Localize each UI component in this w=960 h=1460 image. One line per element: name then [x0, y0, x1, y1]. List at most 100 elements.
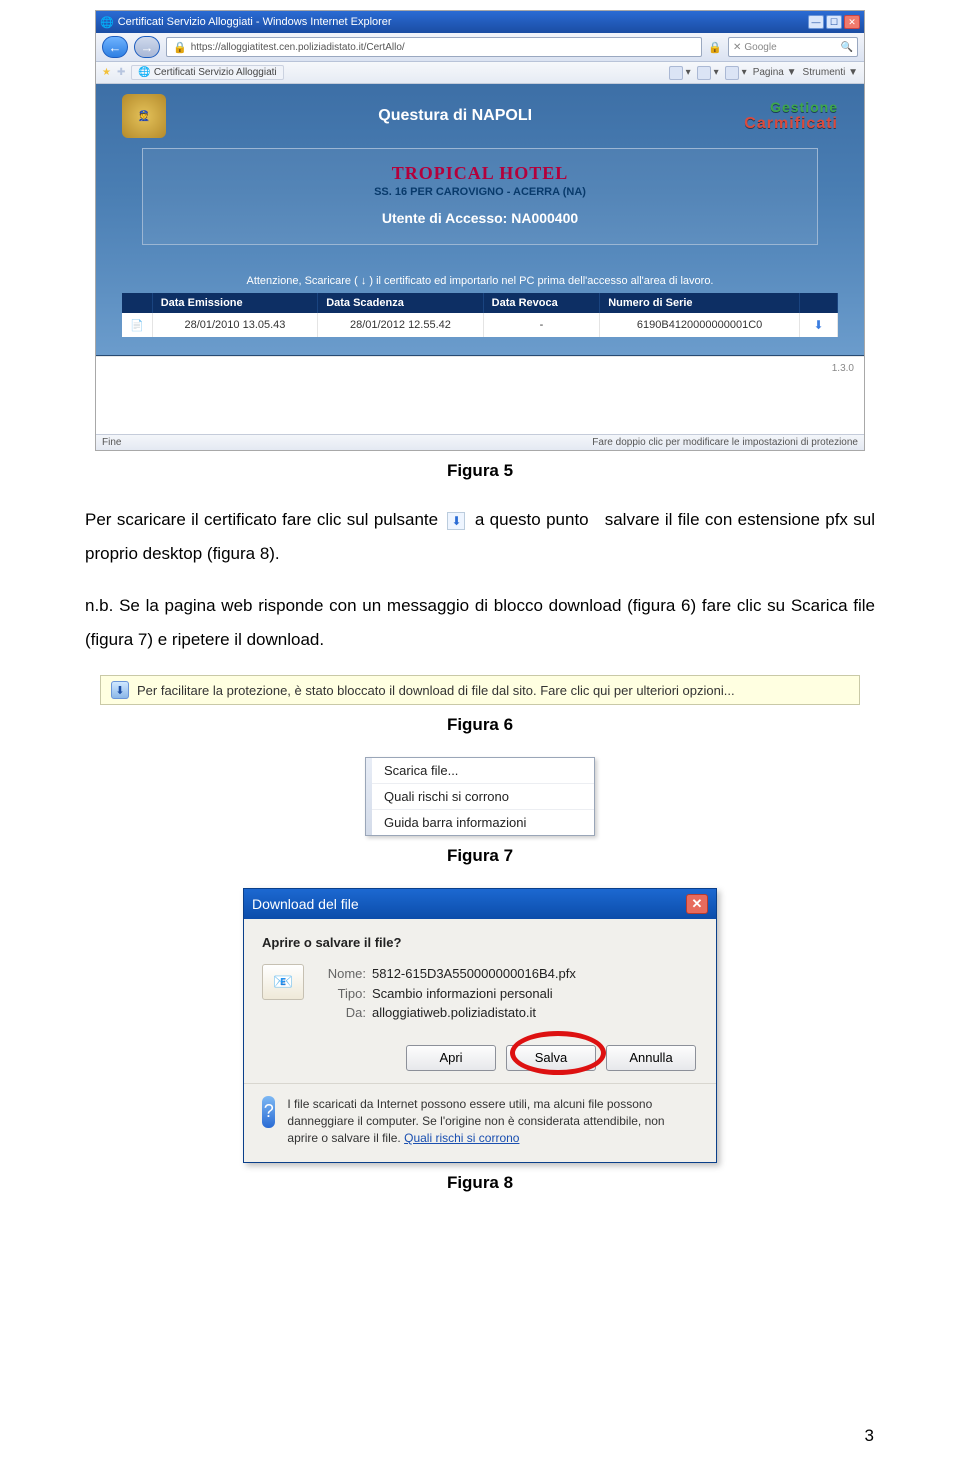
browser-status-bar: Fine Fare doppio clic per modificare le …: [96, 434, 864, 450]
print-menu[interactable]: ▾: [725, 66, 747, 80]
file-from: alloggiatiweb.poliziadistato.it: [372, 1005, 536, 1020]
table-header-row: Data Emissione Data Scadenza Data Revoca…: [122, 293, 838, 313]
dialog-titlebar: Download del file ✕: [244, 889, 716, 919]
from-label: Da:: [318, 1003, 366, 1023]
menu-item-guida[interactable]: Guida barra informazioni: [372, 810, 594, 835]
dialog-title: Download del file: [252, 896, 359, 912]
gestione-line1: Gestione: [744, 99, 838, 115]
search-provider-icon: ✕: [733, 42, 741, 53]
home-menu[interactable]: ▾: [669, 66, 691, 80]
figure7-caption: Figura 7: [85, 846, 875, 866]
status-left: Fine: [102, 437, 121, 448]
gestione-logo: Gestione Carmificati: [744, 99, 838, 133]
dialog-question: Aprire o salvare il file?: [262, 935, 698, 950]
browser-favorites-bar: ★ ✚ 🌐 Certificati Servizio Alloggiati ▾ …: [96, 62, 864, 84]
inline-download-icon: ⬇: [447, 512, 465, 530]
ie-icon: 🌐: [100, 16, 114, 29]
forward-button[interactable]: →: [134, 36, 160, 58]
page-menu[interactable]: Pagina ▼: [753, 67, 797, 78]
figure5-browser-screenshot: 🌐 Certificati Servizio Alloggiati - Wind…: [95, 10, 865, 451]
questura-title: Questura di NAPOLI: [378, 107, 532, 125]
search-box[interactable]: ✕ Google 🔍: [728, 37, 858, 57]
window-title: Certificati Servizio Alloggiati - Window…: [118, 16, 392, 28]
name-label: Nome:: [318, 964, 366, 984]
download-icon: ⬇: [813, 318, 823, 332]
cert-table: Data Emissione Data Scadenza Data Revoca…: [122, 293, 838, 337]
th-serie: Numero di Serie: [600, 293, 800, 313]
figure7-context-menu: Scarica file... Quali rischi si corrono …: [365, 757, 595, 836]
url-text: https://alloggiatitest.cen.poliziadistat…: [191, 42, 405, 53]
figure6-infobar[interactable]: ⬇ Per facilitare la protezione, è stato …: [100, 675, 860, 705]
back-button[interactable]: ←: [102, 36, 128, 58]
menu-item-scarica[interactable]: Scarica file...: [372, 758, 594, 784]
hotel-name: TROPICAL HOTEL: [155, 163, 805, 184]
page-number: 3: [865, 1426, 874, 1446]
cancel-button[interactable]: Annulla: [606, 1045, 696, 1071]
window-controls: — ☐ ✕: [808, 15, 860, 29]
page-icon: 🌐: [138, 67, 150, 78]
open-button[interactable]: Apri: [406, 1045, 496, 1071]
close-button[interactable]: ✕: [844, 15, 860, 29]
p1-part-a: Per scaricare il certificato fare clic s…: [85, 510, 438, 529]
access-user: Utente di Accesso: NA000400: [155, 210, 805, 226]
browser-tab[interactable]: 🌐 Certificati Servizio Alloggiati: [131, 65, 283, 80]
th-icon: [122, 293, 152, 313]
dialog-close-button[interactable]: ✕: [686, 894, 708, 914]
paragraph-1: Per scaricare il certificato fare clic s…: [85, 503, 875, 571]
infobar-text: Per facilitare la protezione, è stato bl…: [137, 683, 735, 698]
feed-icon: [697, 66, 711, 80]
td-revoca: -: [483, 313, 600, 337]
infobar-download-icon: ⬇: [111, 681, 129, 699]
figure5-caption: Figura 5: [85, 461, 875, 481]
dialog-divider: [244, 1083, 716, 1084]
table-row: 📄 28/01/2010 13.05.43 28/01/2012 12.55.4…: [122, 313, 838, 337]
app-version: 1.3.0: [96, 356, 864, 434]
police-badge-icon: 👮: [122, 94, 166, 138]
p1-part-b: a questo punto: [475, 510, 589, 529]
add-favorites-icon[interactable]: ✚: [117, 67, 125, 78]
feed-menu[interactable]: ▾: [697, 66, 719, 80]
minimize-button[interactable]: —: [808, 15, 824, 29]
shield-icon: ?: [262, 1096, 275, 1128]
type-label: Tipo:: [318, 984, 366, 1004]
warning-text: I file scaricati da Internet possono ess…: [287, 1096, 698, 1148]
save-button[interactable]: Salva: [506, 1045, 596, 1071]
lock-icon: 🔒: [173, 41, 187, 54]
favorites-star-icon[interactable]: ★: [102, 67, 111, 78]
gestione-line2: Carmificati: [744, 115, 838, 133]
attention-text: Attenzione, Scaricare ( ↓ ) il certifica…: [122, 275, 838, 287]
search-placeholder: Google: [744, 42, 776, 53]
app-main: 👮 Questura di NAPOLI Gestione Carmificat…: [96, 84, 864, 356]
browser-titlebar: 🌐 Certificati Servizio Alloggiati - Wind…: [96, 11, 864, 33]
search-icon: 🔍: [841, 42, 853, 53]
paragraph-2-nb: n.b. Se la pagina web risponde con un me…: [85, 589, 875, 657]
status-right: Fare doppio clic per modificare le impos…: [592, 437, 858, 448]
hotel-panel: TROPICAL HOTEL SS. 16 PER CAROVIGNO - AC…: [142, 148, 818, 245]
url-bar[interactable]: 🔒 https://alloggiatitest.cen.poliziadist…: [166, 37, 702, 57]
menu-item-rischi[interactable]: Quali rischi si corrono: [372, 784, 594, 810]
file-type-icon: 📧: [262, 964, 304, 1000]
file-name: 5812-615D3A550000000016B4.pfx: [372, 966, 576, 981]
warning-link[interactable]: Quali rischi si corrono: [404, 1131, 519, 1145]
security-lock-icon: 🔒: [708, 41, 722, 54]
browser-viewport: 👮 Questura di NAPOLI Gestione Carmificat…: [96, 84, 864, 434]
file-type: Scambio informazioni personali: [372, 986, 553, 1001]
figure8-download-dialog: Download del file ✕ Aprire o salvare il …: [243, 888, 717, 1163]
print-icon: [725, 66, 739, 80]
td-emissione: 28/01/2010 13.05.43: [152, 313, 317, 337]
browser-nav-toolbar: ← → 🔒 https://alloggiatitest.cen.polizia…: [96, 33, 864, 62]
cert-row-icon: 📄: [122, 313, 152, 337]
th-revoca: Data Revoca: [483, 293, 600, 313]
home-icon: [669, 66, 683, 80]
td-scadenza: 28/01/2012 12.55.42: [318, 313, 483, 337]
maximize-button[interactable]: ☐: [826, 15, 842, 29]
hotel-address: SS. 16 PER CAROVIGNO - ACERRA (NA): [155, 186, 805, 198]
cert-download-button[interactable]: ⬇: [800, 313, 838, 337]
figure8-caption: Figura 8: [85, 1173, 875, 1193]
figure6-caption: Figura 6: [85, 715, 875, 735]
th-emissione: Data Emissione: [152, 293, 317, 313]
tab-label: Certificati Servizio Alloggiati: [154, 67, 277, 78]
td-serie: 6190B4120000000001C0: [600, 313, 800, 337]
tools-menu[interactable]: Strumenti ▼: [803, 67, 858, 78]
th-scadenza: Data Scadenza: [318, 293, 483, 313]
